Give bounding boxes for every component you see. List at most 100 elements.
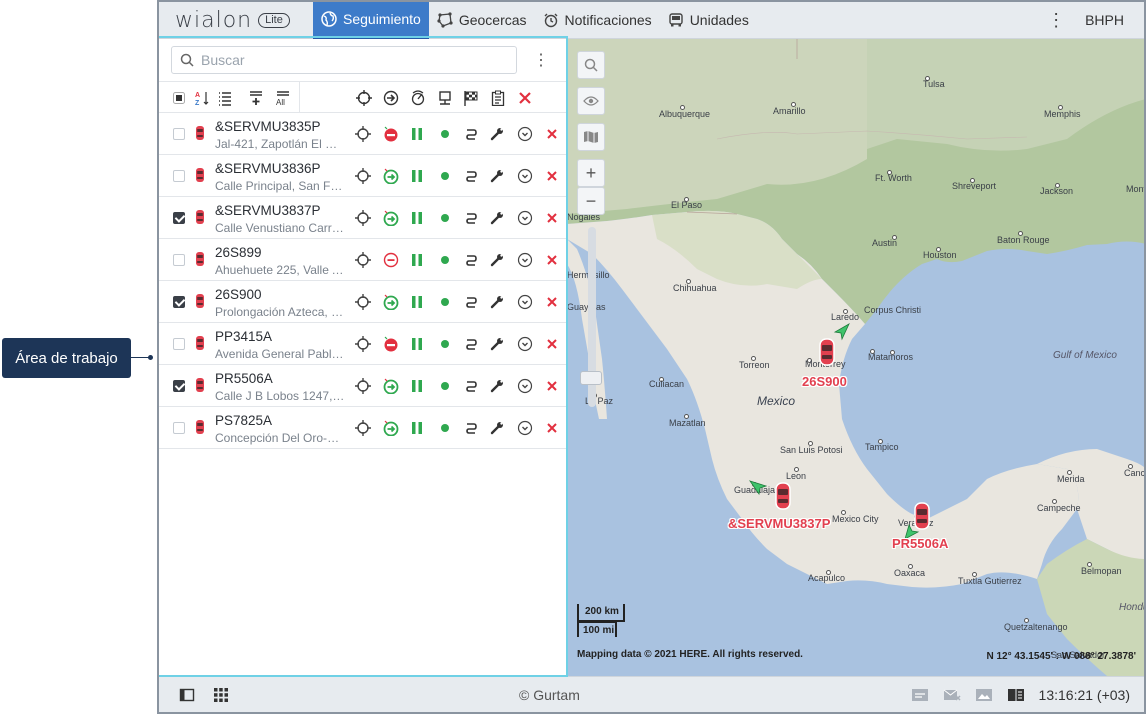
tab-seguimiento[interactable]: Seguimiento (313, 2, 429, 39)
locate-unit-icon[interactable] (355, 210, 371, 226)
unit-name[interactable]: 26S899 (215, 245, 262, 260)
locate-unit-icon[interactable] (355, 378, 371, 394)
tab-geocercas[interactable]: Geocercas (429, 2, 535, 39)
route-icon[interactable] (463, 252, 479, 268)
wrench-icon[interactable] (489, 378, 505, 394)
unit-name[interactable]: PS7825A (215, 413, 272, 428)
connection-status-icon[interactable] (437, 294, 453, 310)
logo[interactable]: wialon Lite (159, 2, 313, 39)
unit-menu-icon[interactable] (517, 168, 533, 184)
unit-row[interactable]: PR5506A Calle J B Lobos 1247, ... (159, 365, 566, 407)
panel-toggle-icon[interactable] (179, 687, 195, 703)
motion-state-icon[interactable] (383, 378, 399, 394)
locate-unit-icon[interactable] (355, 336, 371, 352)
unit-checkbox[interactable] (173, 422, 185, 434)
locate-unit-icon[interactable] (355, 126, 371, 142)
wrench-icon[interactable] (489, 210, 505, 226)
tab-notificaciones[interactable]: Notificaciones (535, 2, 660, 39)
remove-unit-icon[interactable] (544, 294, 560, 310)
connection-status-icon[interactable] (437, 210, 453, 226)
gps-column-icon[interactable] (435, 88, 455, 108)
crosshair-column-icon[interactable] (354, 88, 374, 108)
motion-state-icon[interactable] (383, 420, 399, 436)
unit-name[interactable]: &SERVMU3836P (215, 161, 321, 176)
route-icon[interactable] (463, 210, 479, 226)
remove-unit-icon[interactable] (544, 168, 560, 184)
engine-status-icon[interactable] (409, 168, 425, 184)
engine-status-icon[interactable] (409, 126, 425, 142)
remove-unit-icon[interactable] (544, 252, 560, 268)
wrench-icon[interactable] (489, 126, 505, 142)
remove-unit-icon[interactable] (544, 420, 560, 436)
wrench-icon[interactable] (489, 168, 505, 184)
motion-column-icon[interactable] (381, 88, 401, 108)
unit-row[interactable]: &SERVMU3836P Calle Principal, San Fra... (159, 155, 566, 197)
locate-unit-icon[interactable] (355, 252, 371, 268)
map-search-button[interactable] (577, 51, 605, 79)
route-icon[interactable] (463, 378, 479, 394)
unit-row[interactable]: &SERVMU3837P Calle Venustiano Carra... (159, 197, 566, 239)
select-all-checkbox[interactable] (169, 88, 189, 108)
engine-status-icon[interactable] (409, 420, 425, 436)
sort-az-icon[interactable]: AZ (192, 88, 212, 108)
unit-menu-icon[interactable] (517, 252, 533, 268)
unit-name[interactable]: 26S900 (215, 287, 262, 302)
unit-checkbox[interactable] (173, 296, 185, 308)
unit-name[interactable]: PP3415A (215, 329, 272, 344)
connection-column-icon[interactable] (408, 88, 428, 108)
unit-menu-icon[interactable] (517, 336, 533, 352)
engine-status-icon[interactable] (409, 378, 425, 394)
image-icon[interactable] (975, 687, 993, 703)
motion-state-icon[interactable] (383, 168, 399, 184)
unit-row[interactable]: &SERVMU3835P Jal-421, Zapotlán El Gr... (159, 113, 566, 155)
unit-checkbox[interactable] (173, 128, 185, 140)
motion-state-icon[interactable] (383, 252, 399, 268)
map-view[interactable]: Tulsa Albuquerque Amarillo Memphis Ft. Worth… (567, 39, 1144, 676)
flag-column-icon[interactable] (461, 88, 481, 108)
unit-row[interactable]: 26S900 Prolongación Azteca, L... (159, 281, 566, 323)
route-icon[interactable] (463, 126, 479, 142)
delete-all-icon[interactable] (515, 88, 535, 108)
locate-unit-icon[interactable] (355, 420, 371, 436)
zoom-in-button[interactable]: + (577, 159, 605, 187)
motion-state-icon[interactable] (383, 126, 399, 142)
apps-grid-icon[interactable] (213, 687, 229, 703)
engine-status-icon[interactable] (409, 336, 425, 352)
unit-checkbox[interactable] (173, 254, 185, 266)
map-layers-button[interactable] (577, 123, 605, 151)
unit-name[interactable]: &SERVMU3837P (215, 203, 321, 218)
remove-unit-icon[interactable] (544, 378, 560, 394)
unit-row[interactable]: 26S899 Ahuehuete 225, Valle A... (159, 239, 566, 281)
connection-status-icon[interactable] (437, 336, 453, 352)
wrench-icon[interactable] (489, 252, 505, 268)
connection-status-icon[interactable] (437, 252, 453, 268)
locate-unit-icon[interactable] (355, 168, 371, 184)
motion-state-icon[interactable] (383, 294, 399, 310)
unit-menu-icon[interactable] (517, 378, 533, 394)
map-visibility-button[interactable] (577, 87, 605, 115)
list-view-icon[interactable] (215, 88, 235, 108)
unit-row[interactable]: PS7825A Concepción Del Oro-Te... (159, 407, 566, 449)
engine-status-icon[interactable] (409, 252, 425, 268)
motion-state-icon[interactable] (383, 210, 399, 226)
route-icon[interactable] (463, 420, 479, 436)
route-icon[interactable] (463, 294, 479, 310)
zoom-out-button[interactable]: − (577, 187, 605, 215)
zoom-slider-thumb[interactable] (580, 371, 602, 385)
motion-state-icon[interactable] (383, 336, 399, 352)
unit-row[interactable]: PP3415A Avenida General Pablo ... (159, 323, 566, 365)
book-icon[interactable] (1007, 687, 1025, 703)
unit-name[interactable]: &SERVMU3835P (215, 119, 321, 134)
unit-checkbox[interactable] (173, 212, 185, 224)
connection-status-icon[interactable] (437, 126, 453, 142)
unit-menu-icon[interactable] (517, 294, 533, 310)
wrench-icon[interactable] (489, 294, 505, 310)
unit-checkbox[interactable] (173, 338, 185, 350)
unit-checkbox[interactable] (173, 170, 185, 182)
route-icon[interactable] (463, 168, 479, 184)
unit-menu-icon[interactable] (517, 420, 533, 436)
connection-status-icon[interactable] (437, 168, 453, 184)
panel-menu-icon[interactable]: ⋮ (529, 50, 553, 70)
messages-icon[interactable] (911, 687, 929, 703)
unit-checkbox[interactable] (173, 380, 185, 392)
